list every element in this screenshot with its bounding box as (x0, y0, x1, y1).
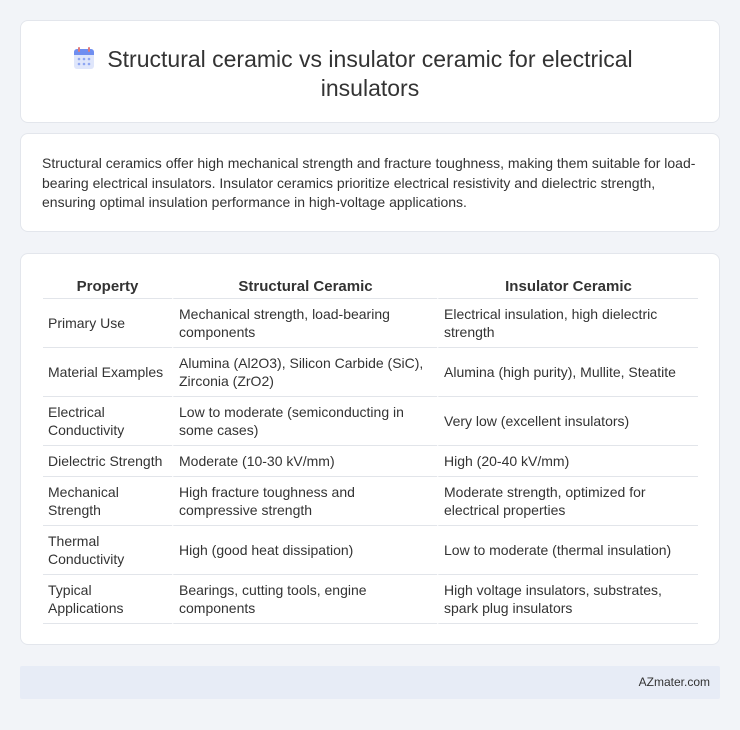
header-insulator-ceramic: Insulator Ceramic (437, 275, 698, 299)
property-cell: Mechanical Strength (43, 477, 172, 526)
page-title: Structural ceramic vs insulator ceramic … (107, 46, 633, 101)
property-cell: Dielectric Strength (43, 446, 172, 477)
insulator-cell: High voltage insulators, substrates, spa… (437, 575, 698, 624)
property-cell: Thermal Conductivity (43, 526, 172, 575)
table-row: Mechanical Strength High fracture toughn… (43, 477, 698, 526)
table-row: Typical Applications Bearings, cutting t… (43, 575, 698, 624)
table-header-row: Property Structural Ceramic Insulator Ce… (43, 275, 698, 299)
property-cell: Primary Use (43, 299, 172, 348)
summary-text: Structural ceramics offer high mechanica… (42, 155, 696, 210)
table-row: Material Examples Alumina (Al2O3), Silic… (43, 348, 698, 397)
structural-cell: High (good heat dissipation) (172, 526, 437, 575)
insulator-cell: Moderate strength, optimized for electri… (437, 477, 698, 526)
property-cell: Electrical Conductivity (43, 397, 172, 446)
table-row: Dielectric Strength Moderate (10-30 kV/m… (43, 446, 698, 477)
property-cell: Typical Applications (43, 575, 172, 624)
summary-card: Structural ceramics offer high mechanica… (20, 133, 720, 232)
table-row: Primary Use Mechanical strength, load-be… (43, 299, 698, 348)
insulator-cell: Low to moderate (thermal insulation) (437, 526, 698, 575)
footer-bar: AZmater.com (20, 666, 720, 699)
comparison-card: Property Structural Ceramic Insulator Ce… (20, 253, 720, 645)
table-row: Thermal Conductivity High (good heat dis… (43, 526, 698, 575)
header-structural-ceramic: Structural Ceramic (172, 275, 437, 299)
title-card: Structural ceramic vs insulator ceramic … (20, 20, 720, 123)
insulator-cell: Alumina (high purity), Mullite, Steatite (437, 348, 698, 397)
structural-cell: High fracture toughness and compressive … (172, 477, 437, 526)
footer-brand: AZmater.com (638, 675, 710, 689)
structural-cell: Mechanical strength, load-bearing compon… (172, 299, 437, 348)
table-row: Electrical Conductivity Low to moderate … (43, 397, 698, 446)
insulator-cell: Electrical insulation, high dielectric s… (437, 299, 698, 348)
insulator-cell: Very low (excellent insulators) (437, 397, 698, 446)
structural-cell: Low to moderate (semiconducting in some … (172, 397, 437, 446)
structural-cell: Moderate (10-30 kV/mm) (172, 446, 437, 477)
header-property: Property (43, 275, 172, 299)
structural-cell: Bearings, cutting tools, engine componen… (172, 575, 437, 624)
property-cell: Material Examples (43, 348, 172, 397)
comparison-table: Property Structural Ceramic Insulator Ce… (43, 275, 698, 624)
insulator-cell: High (20-40 kV/mm) (437, 446, 698, 477)
structural-cell: Alumina (Al2O3), Silicon Carbide (SiC), … (172, 348, 437, 397)
